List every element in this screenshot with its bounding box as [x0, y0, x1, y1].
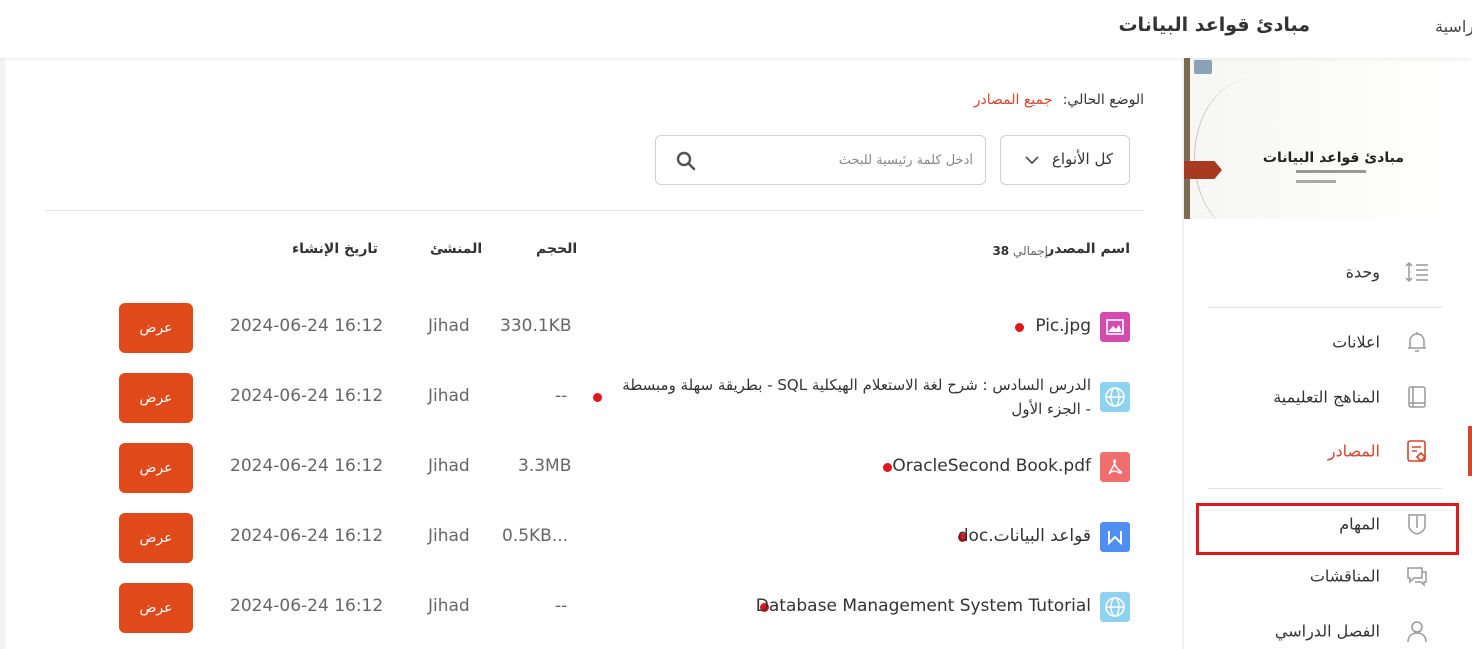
resource-name[interactable]: Database Management System Tutorial [756, 596, 1091, 616]
sidebar-item-announcements[interactable]: اعلانات [1184, 317, 1472, 367]
cover-ribbon [1184, 161, 1222, 179]
resource-name[interactable]: الدرس السادس : شرح لغة الاستعلام الهيكلي… [621, 373, 1091, 421]
cover-badge-icon [1194, 60, 1212, 74]
unread-dot [593, 393, 602, 402]
header-creator: المنشئ [430, 241, 483, 257]
sidebar-item-label: المناقشات [1309, 566, 1380, 586]
resource-creator: Jihad [428, 526, 470, 546]
resources-panel: الوضع الحالي: : جميع المصادر كل الأنواع … [5, 58, 1182, 649]
resource-size: 3.3MB [518, 456, 572, 476]
resource-creator: Jihad [428, 596, 470, 616]
sidebar-item-label: المصادر [1327, 441, 1380, 461]
chat-icon [1407, 567, 1427, 587]
highlight-annotation [1196, 503, 1459, 555]
resource-creator: Jihad [428, 386, 470, 406]
resource-size: 0.5KB... [502, 526, 569, 546]
status-value[interactable]: جميع المصادر [974, 92, 1053, 108]
resource-name[interactable]: Pic.jpg [1035, 316, 1091, 336]
search-box [655, 135, 986, 185]
unread-dot [883, 463, 892, 472]
header-size: الحجم [536, 241, 578, 257]
sidebar-item-class[interactable]: الفصل الدراسي [1184, 606, 1472, 649]
sidebar-item-units[interactable]: وحدة [1184, 247, 1472, 297]
view-button[interactable]: عرض [119, 303, 193, 353]
image-file-icon [1100, 312, 1130, 342]
list-order-icon [1405, 261, 1428, 283]
header-created: تاريخ الإنشاء [292, 241, 378, 257]
resource-date: 2024-06-24 16:12 [230, 526, 384, 546]
view-button[interactable]: عرض [119, 443, 193, 493]
header-name: اسم المصدر [1046, 241, 1130, 257]
resources-icon [1407, 440, 1427, 463]
resource-date: 2024-06-24 16:12 [230, 456, 384, 476]
book-icon [1408, 386, 1426, 408]
table-row[interactable]: OracleSecond Book.pdf 3.3MB Jihad 2024-0… [5, 432, 1182, 502]
divider [45, 210, 1143, 211]
sidebar-item-label: وحدة [1345, 262, 1380, 282]
bell-icon [1408, 332, 1426, 352]
current-status: الوضع الحالي: : جميع المصادر [974, 92, 1144, 108]
resource-name[interactable]: قواعد البيانات.doc [958, 526, 1091, 546]
resource-creator: Jihad [428, 456, 470, 476]
sidebar-divider [1208, 488, 1443, 489]
header-total: إجمالي 38 [992, 244, 1048, 258]
table-row[interactable]: قواعد البيانات.doc 0.5KB... Jihad 2024-0… [5, 502, 1182, 572]
resource-size: 330.1KB [500, 316, 572, 336]
user-icon [1407, 621, 1427, 643]
cover-subtitle-line [1296, 180, 1336, 183]
view-button[interactable]: عرض [119, 583, 193, 633]
sidebar-item-resources[interactable]: المصادر [1184, 426, 1472, 476]
type-filter-select[interactable]: كل الأنواع [1000, 135, 1130, 185]
cover-decoration [1194, 78, 1314, 219]
link-file-icon [1100, 382, 1130, 412]
view-button[interactable]: عرض [119, 373, 193, 423]
unread-dot [1015, 323, 1024, 332]
sidebar-item-label: اعلانات [1332, 332, 1380, 352]
resource-size: -- [555, 386, 568, 406]
table-row[interactable]: Database Management System Tutorial -- J… [5, 572, 1182, 642]
resource-date: 2024-06-24 16:12 [230, 316, 384, 336]
sidebar-item-discussions[interactable]: المناقشات [1184, 551, 1472, 601]
resource-date: 2024-06-24 16:12 [230, 596, 384, 616]
table-row[interactable]: الدرس السادس : شرح لغة الاستعلام الهيكلي… [5, 362, 1182, 432]
resource-name[interactable]: OracleSecond Book.pdf [892, 456, 1091, 476]
sidebar-item-curriculum[interactable]: المناهج التعليمية [1184, 372, 1472, 422]
resource-size: -- [555, 596, 568, 616]
search-icon[interactable] [676, 151, 696, 171]
word-file-icon [1100, 522, 1130, 552]
course-sidebar: مبادئ قواعد البيانات وحدة اعلانات المناه… [1184, 58, 1472, 649]
cover-title: مبادئ قواعد البيانات [1262, 150, 1404, 166]
type-filter-label: كل الأنواع [1051, 150, 1113, 168]
top-bar: مبادئ قواعد البيانات راسية [0, 0, 1472, 58]
breadcrumb[interactable]: راسية [1435, 17, 1472, 36]
pdf-file-icon [1100, 452, 1130, 482]
view-button[interactable]: عرض [119, 513, 193, 563]
sidebar-item-label: الفصل الدراسي [1274, 621, 1380, 641]
table-row[interactable]: Pic.jpg 330.1KB Jihad 2024-06-24 16:12 ع… [5, 292, 1182, 362]
cover-spine [1184, 58, 1190, 219]
chevron-down-icon [1025, 156, 1039, 165]
status-label: الوضع الحالي: [1062, 92, 1144, 108]
resource-creator: Jihad [428, 316, 470, 336]
sidebar-item-label: المناهج التعليمية [1273, 387, 1380, 407]
sidebar-divider [1208, 307, 1443, 308]
course-title: مبادئ قواعد البيانات [1118, 14, 1310, 36]
total-label: إجمالي [1012, 244, 1048, 258]
course-cover-image[interactable]: مبادئ قواعد البيانات [1184, 58, 1472, 219]
total-count: 38 [992, 244, 1010, 258]
link-file-icon [1100, 592, 1130, 622]
resource-date: 2024-06-24 16:12 [230, 386, 384, 406]
search-input[interactable] [713, 144, 973, 176]
cover-subtitle-line [1296, 170, 1366, 173]
